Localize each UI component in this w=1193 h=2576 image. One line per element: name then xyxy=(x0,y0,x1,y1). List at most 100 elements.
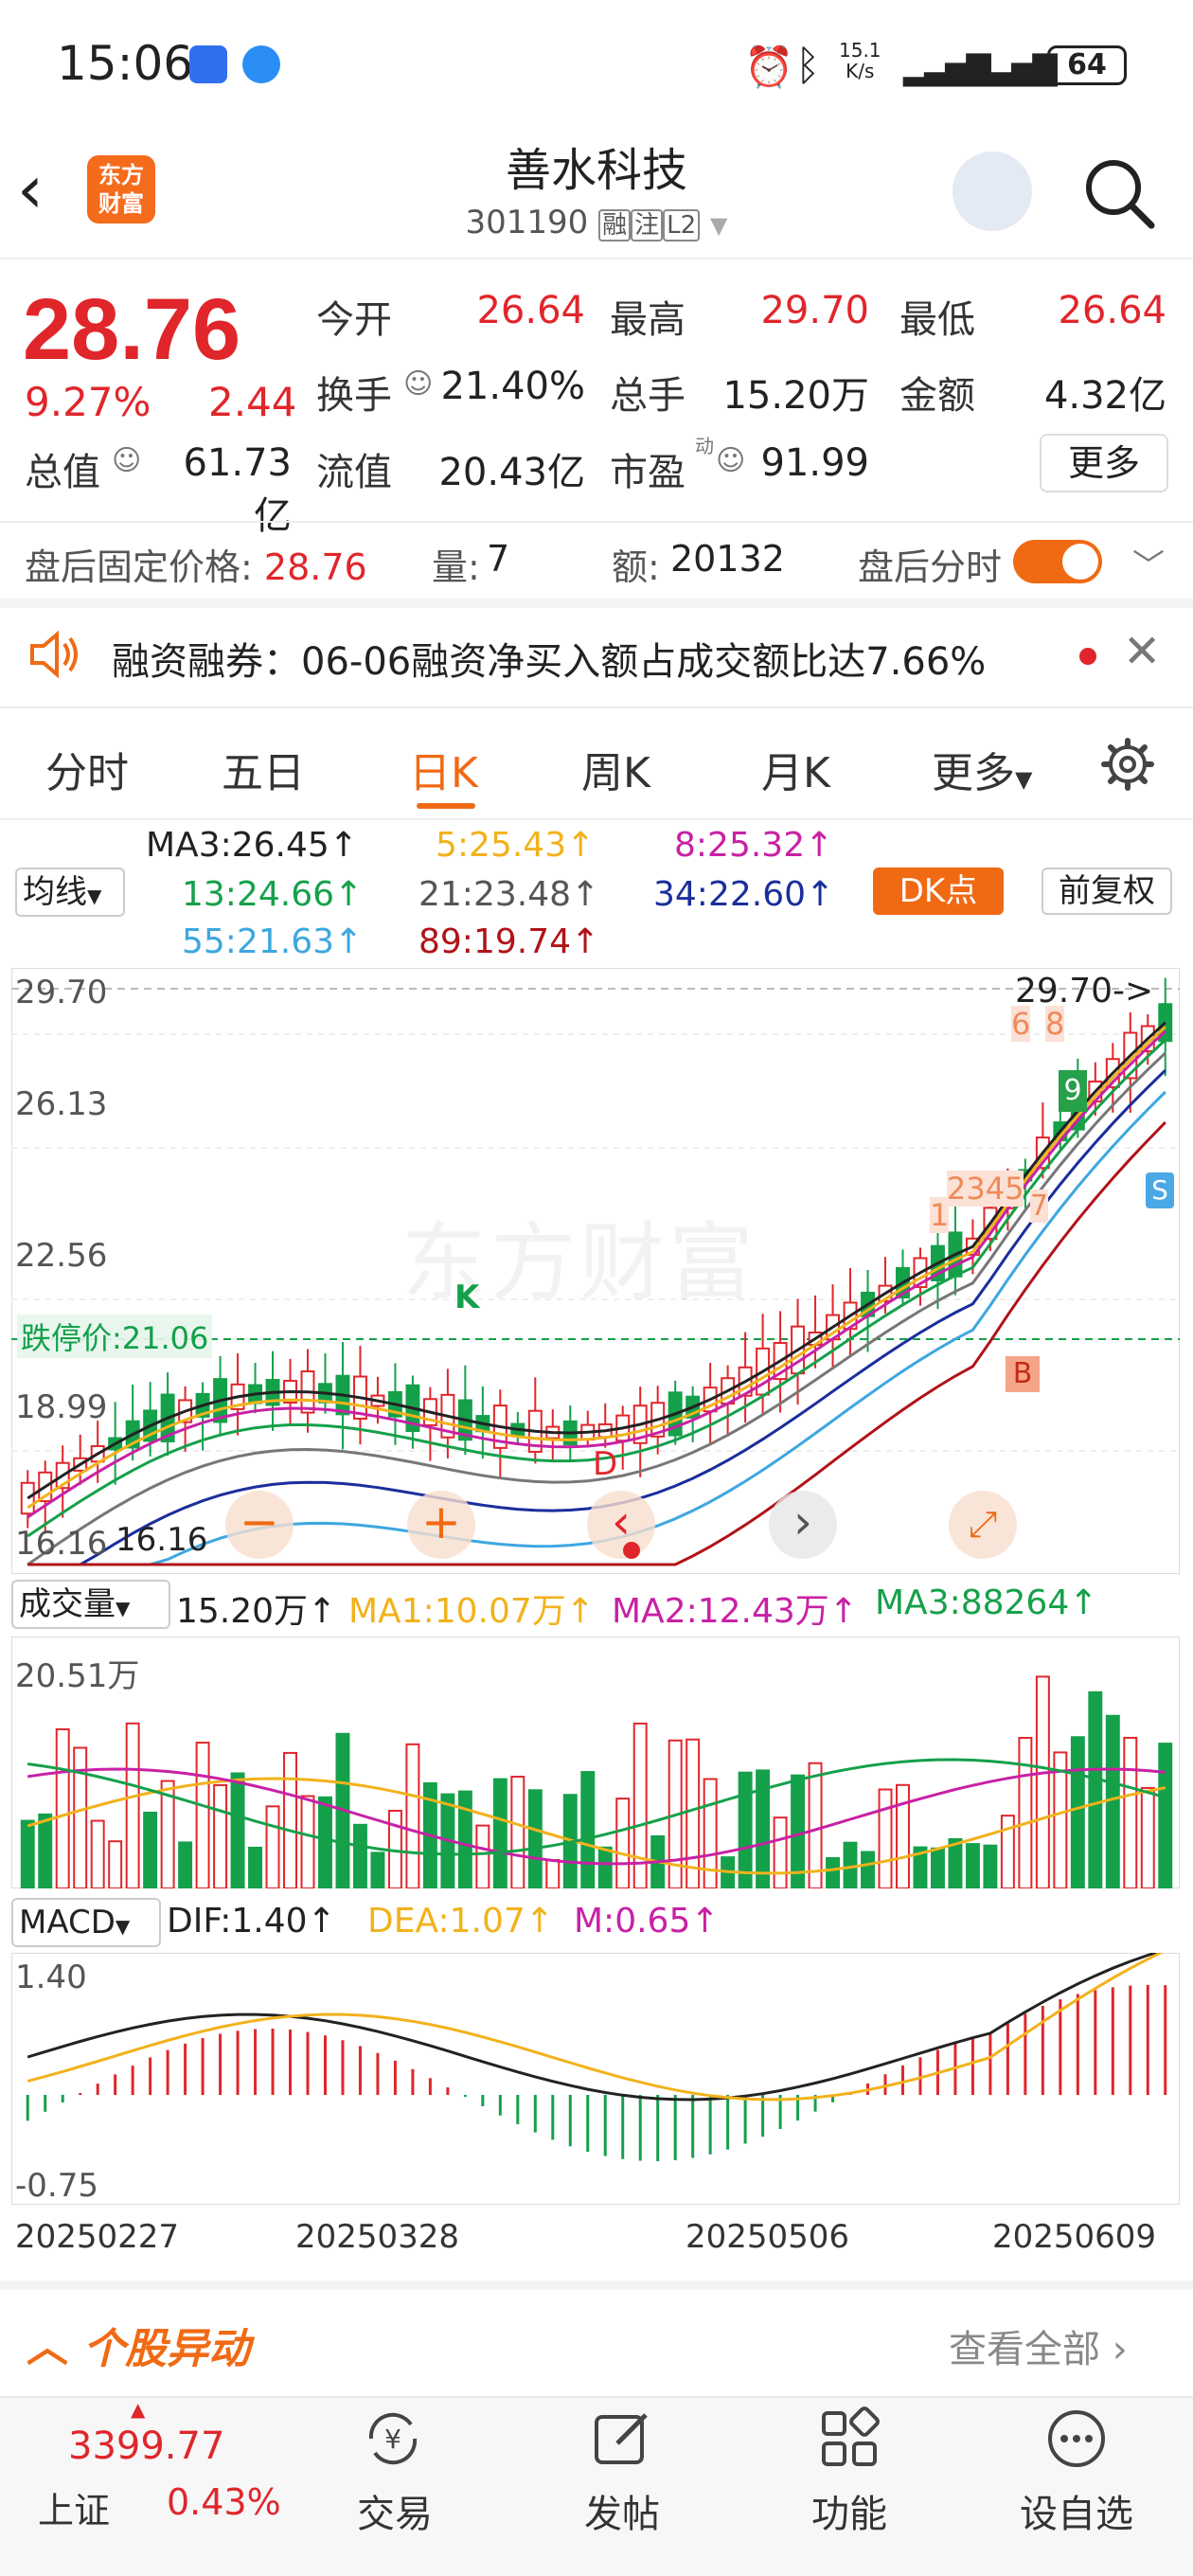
index-name[interactable]: 上证 xyxy=(38,2481,110,2533)
tab-intraday[interactable]: 分时 xyxy=(45,739,129,799)
view-all-label: 查看全部 xyxy=(949,2328,1100,2371)
volume-selector[interactable]: 成交量▼ xyxy=(11,1580,170,1629)
volume-ma2: MA2:12.43万↑ xyxy=(612,1592,858,1631)
mktcap-label: 总值 xyxy=(25,451,100,494)
chevron-down-icon[interactable]: ﹀ xyxy=(1132,540,1165,586)
volume-bar xyxy=(108,1840,123,1888)
movement-title: 个股异动 xyxy=(83,2325,250,2373)
status-bar: 15:06 ⏰ ᛒ 15.1 K/s ▂▃▅▇ ▂▃▅▇ 64 xyxy=(0,0,1193,133)
current-price: 28.76 xyxy=(23,281,241,378)
low-marker: 16.16 xyxy=(116,1521,208,1559)
nav-post[interactable]: 发帖 xyxy=(546,2483,698,2538)
tab-weekly-k[interactable]: 周K xyxy=(581,739,650,799)
after-hours-price: 28.76 xyxy=(263,546,367,588)
more-button[interactable]: 更多 xyxy=(1040,434,1168,492)
zoom-in-button[interactable]: + xyxy=(407,1491,475,1559)
float-value: 20.43亿 xyxy=(438,451,585,494)
after-hours-toggle[interactable] xyxy=(1013,540,1102,583)
zoom-out-button[interactable]: − xyxy=(225,1491,294,1559)
float-label: 流值 xyxy=(316,451,392,494)
change-pct: 9.27% xyxy=(25,379,151,425)
volume-bar xyxy=(597,1846,613,1888)
ma34-label: 34:22.60↑ xyxy=(653,875,835,914)
adjust-button[interactable]: 前复权 xyxy=(1042,868,1172,915)
close-icon[interactable]: ✕ xyxy=(1123,625,1161,678)
robot-assistant-icon[interactable] xyxy=(953,152,1032,231)
volume-bar xyxy=(318,1796,332,1888)
tab-more[interactable]: 更多▼ xyxy=(932,739,1032,799)
nav-trade[interactable]: 交易 xyxy=(319,2483,471,2538)
volume-bar xyxy=(1105,1714,1120,1888)
ma5-label: 5:25.43↑ xyxy=(436,826,596,865)
volume-bar xyxy=(90,1819,105,1888)
volume-bar xyxy=(38,1813,53,1888)
signal-7: 7 xyxy=(1030,1190,1049,1223)
index-change[interactable]: 0.43% xyxy=(167,2481,281,2523)
volume-bar xyxy=(1158,1743,1173,1888)
ma89-label: 89:19.74↑ xyxy=(418,922,600,961)
signal-s: S xyxy=(1146,1172,1174,1208)
volume-bar xyxy=(703,1778,718,1888)
volume-value: 15.20万 xyxy=(722,374,869,418)
signal-b: B xyxy=(1006,1356,1040,1392)
volume-bar xyxy=(527,1789,543,1888)
volume-bar xyxy=(283,1751,297,1888)
net-speed-unit: K/s xyxy=(846,60,875,82)
info-icon[interactable]: ☺ xyxy=(716,444,745,477)
ma8-label: 8:25.32↑ xyxy=(674,826,834,865)
volume-bar xyxy=(405,1743,420,1888)
volume-bar xyxy=(773,1816,788,1888)
tab-monthly-k[interactable]: 月K xyxy=(761,739,830,799)
volume-bar xyxy=(965,1843,980,1888)
volume-bar xyxy=(178,1841,193,1888)
functions-icon[interactable] xyxy=(816,2406,882,2472)
tab-daily-k[interactable]: 日K xyxy=(409,739,478,799)
volume-bar xyxy=(1140,1786,1155,1888)
signal-d: D xyxy=(593,1445,618,1483)
volume-bar xyxy=(475,1824,490,1888)
macd-top-label: 1.40 xyxy=(15,1959,87,1996)
dk-button[interactable]: DK点 xyxy=(873,868,1004,915)
nav-functions[interactable]: 功能 xyxy=(774,2483,925,2538)
volume-label: 总手 xyxy=(610,374,686,418)
volume-chart[interactable] xyxy=(11,1637,1180,1888)
date-2: 20250328 xyxy=(295,2218,460,2256)
ma55-label: 55:21.63↑ xyxy=(182,922,364,961)
search-icon[interactable] xyxy=(1079,153,1159,233)
macd-line xyxy=(27,1953,1164,2102)
macd-bottom-label: -0.75 xyxy=(15,2167,98,2205)
pe-sup: 动 xyxy=(695,435,714,457)
post-icon[interactable] xyxy=(589,2406,655,2472)
macd-m: M:0.65↑ xyxy=(574,1902,720,1941)
ma-selector-label: 均线 xyxy=(23,873,87,911)
pe-label: 市盈 xyxy=(610,451,686,494)
volume-bar xyxy=(1123,1736,1138,1888)
ma-selector[interactable]: 均线▼ xyxy=(15,868,125,917)
trade-icon[interactable]: ¥ xyxy=(360,2406,426,2472)
index-value[interactable]: 3399.77 xyxy=(68,2424,224,2468)
scroll-left-button[interactable]: ‹ xyxy=(587,1491,655,1559)
macd-selector[interactable]: MACD▼ xyxy=(11,1898,161,1947)
view-all-link[interactable]: 查看全部 › xyxy=(949,2318,1128,2373)
pe-value: 91.99 xyxy=(760,441,869,485)
macd-chart[interactable] xyxy=(11,1953,1180,2205)
net-speed: 15.1 K/s xyxy=(839,40,881,81)
add-watchlist-icon[interactable] xyxy=(1043,2406,1110,2472)
signal-icon-2: ▂▃▅▇ xyxy=(970,49,1058,87)
macd-selector-label: MACD xyxy=(19,1904,116,1941)
turnover-value: 21.40% xyxy=(440,365,585,408)
tab-5day[interactable]: 五日 xyxy=(222,739,305,799)
nav-watchlist[interactable]: 设自选 xyxy=(1001,2483,1152,2538)
gear-icon[interactable] xyxy=(1100,737,1155,792)
amount-value: 4.32亿 xyxy=(1043,374,1166,418)
y-tick-3: 22.56 xyxy=(15,1237,108,1275)
fullscreen-button[interactable]: ⤢ xyxy=(949,1491,1017,1559)
info-icon[interactable]: ☺ xyxy=(112,444,141,477)
volume-bar xyxy=(55,1727,70,1888)
date-3: 20250506 xyxy=(686,2218,850,2256)
scroll-right-button[interactable]: › xyxy=(769,1491,837,1559)
stock-code: 301190 xyxy=(465,204,589,242)
volume-bar xyxy=(213,1783,228,1888)
low-label: 最低 xyxy=(899,298,975,342)
notice-text[interactable]: 融资融券：06-06融资净买入额占成交额比达7.66% xyxy=(112,631,986,686)
